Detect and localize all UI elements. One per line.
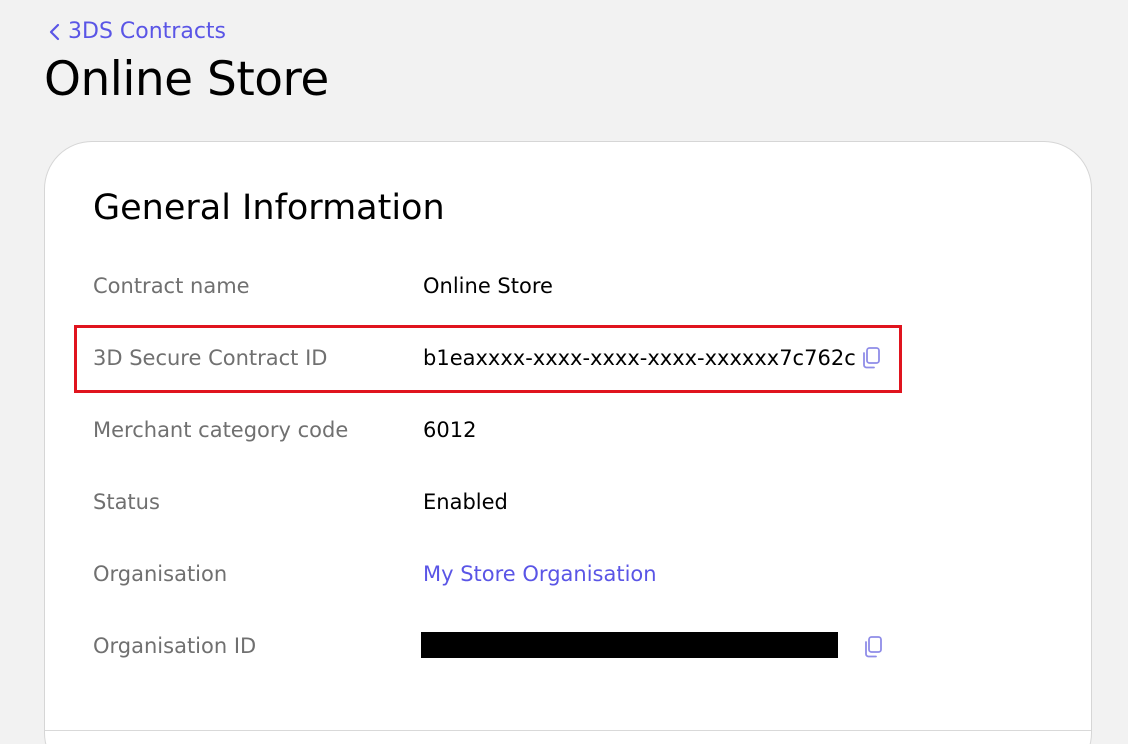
- row-merchant-category-code: Merchant category code 6012: [93, 410, 913, 450]
- general-information-card: General Information Contract name Online…: [44, 141, 1092, 744]
- row-organisation: Organisation My Store Organisation: [93, 554, 913, 594]
- highlight-annotation-box: [74, 325, 902, 393]
- merchant-category-code-value: 6012: [423, 418, 477, 442]
- row-status: Status Enabled: [93, 482, 913, 522]
- row-contract-name: Contract name Online Store: [93, 266, 913, 306]
- contract-name-value: Online Store: [423, 274, 553, 298]
- breadcrumb-label[interactable]: 3DS Contracts: [68, 19, 226, 44]
- redacted-organisation-id: [421, 632, 838, 658]
- organisation-link[interactable]: My Store Organisation: [423, 562, 657, 586]
- merchant-category-code-label: Merchant category code: [93, 418, 349, 442]
- row-organisation-id: Organisation ID: [93, 626, 913, 666]
- chevron-left-icon: [49, 23, 60, 40]
- section-title: General Information: [93, 188, 445, 228]
- page-title: Online Store: [44, 52, 329, 107]
- organisation-label: Organisation: [93, 562, 228, 586]
- organisation-id-label: Organisation ID: [93, 634, 257, 658]
- status-label: Status: [93, 490, 160, 514]
- status-value: Enabled: [423, 490, 508, 514]
- card-divider: [45, 730, 1091, 731]
- contract-name-label: Contract name: [93, 274, 250, 298]
- breadcrumb-back-link[interactable]: 3DS Contracts: [48, 19, 226, 44]
- page: 3DS Contracts Online Store General Infor…: [0, 0, 1128, 744]
- copy-icon[interactable]: [862, 635, 884, 659]
